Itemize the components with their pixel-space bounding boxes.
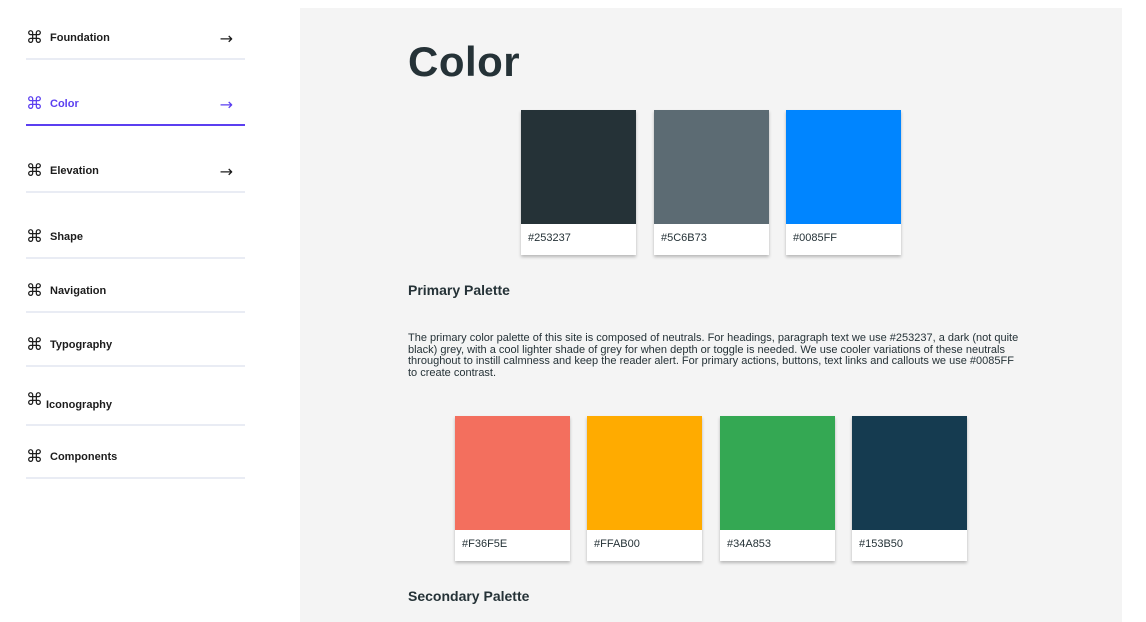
sidebar-item-label: Foundation [50, 32, 110, 44]
swatch-color [455, 416, 570, 530]
sidebar-item-label: Navigation [50, 285, 107, 297]
sidebar-item-elevation[interactable]: ⌘ Elevation → [26, 157, 245, 185]
sidebar-item-foundation[interactable]: ⌘ Foundation → [26, 24, 245, 52]
divider [26, 477, 245, 479]
swatch-code: #153B50 [859, 538, 904, 550]
primary-palette-heading: Primary Palette [408, 282, 510, 298]
color-swatch: #153B50 [852, 416, 967, 561]
swatch-code: #5C6B73 [661, 232, 707, 244]
page-title: Color [408, 38, 521, 85]
command-icon: ⌘ [26, 27, 43, 48]
command-icon: ⌘ [26, 334, 43, 355]
swatch-code: #FFAB00 [594, 538, 640, 550]
swatch-color [654, 110, 769, 224]
color-swatch: #FFAB00 [587, 416, 702, 561]
sidebar-item-shape[interactable]: ⌘ Shape [26, 223, 245, 251]
sidebar-item-navigation[interactable]: ⌘ Navigation [26, 277, 245, 305]
swatch-color [587, 416, 702, 530]
divider [26, 58, 245, 60]
swatch-code: #34A853 [727, 538, 772, 550]
swatch-code: #253237 [528, 232, 571, 244]
divider [26, 311, 245, 313]
color-swatch: #F36F5E [455, 416, 570, 561]
arrow-right-icon: → [219, 94, 233, 114]
color-swatch: #34A853 [720, 416, 835, 561]
swatch-color [720, 416, 835, 530]
command-icon: ⌘ [26, 280, 43, 301]
divider [26, 365, 245, 367]
arrow-right-icon: → [219, 28, 233, 48]
command-icon: ⌘ [26, 226, 43, 247]
secondary-palette-heading: Secondary Palette [408, 588, 530, 604]
sidebar-item-label: Iconography [46, 399, 113, 411]
divider [26, 424, 245, 426]
swatch-color [786, 110, 901, 224]
active-indicator [26, 124, 245, 126]
swatch-code: #F36F5E [462, 538, 508, 550]
command-icon: ⌘ [26, 93, 43, 114]
swatch-color [521, 110, 636, 224]
command-icon: ⌘ [26, 446, 43, 467]
sidebar-item-label: Components [50, 451, 118, 463]
swatch-code: #0085FF [793, 232, 838, 244]
color-swatch: #0085FF [786, 110, 901, 255]
sidebar-item-typography[interactable]: ⌘ Typography [26, 331, 245, 359]
divider [26, 191, 245, 193]
sidebar-item-label: Elevation [50, 165, 99, 177]
main-content: Color #253237 #5C6B73 #0085FF Primary Pa… [300, 8, 1122, 622]
sidebar-item-label: Color [50, 98, 79, 110]
sidebar-item-label: Typography [50, 339, 113, 351]
primary-palette-description: The primary color palette of this site i… [408, 332, 1019, 379]
sidebar-item-color[interactable]: ⌘ Color → [26, 90, 245, 118]
sidebar-item-label: Shape [50, 231, 84, 243]
color-swatch: #5C6B73 [654, 110, 769, 255]
command-icon: ⌘ [26, 160, 43, 181]
swatch-color [852, 416, 967, 530]
arrow-right-icon: → [219, 161, 233, 181]
sidebar-item-iconography[interactable]: ⌘ Iconography [26, 386, 245, 414]
color-swatch: #253237 [521, 110, 636, 255]
sidebar-item-components[interactable]: ⌘ Components [26, 443, 245, 471]
divider [26, 257, 245, 259]
